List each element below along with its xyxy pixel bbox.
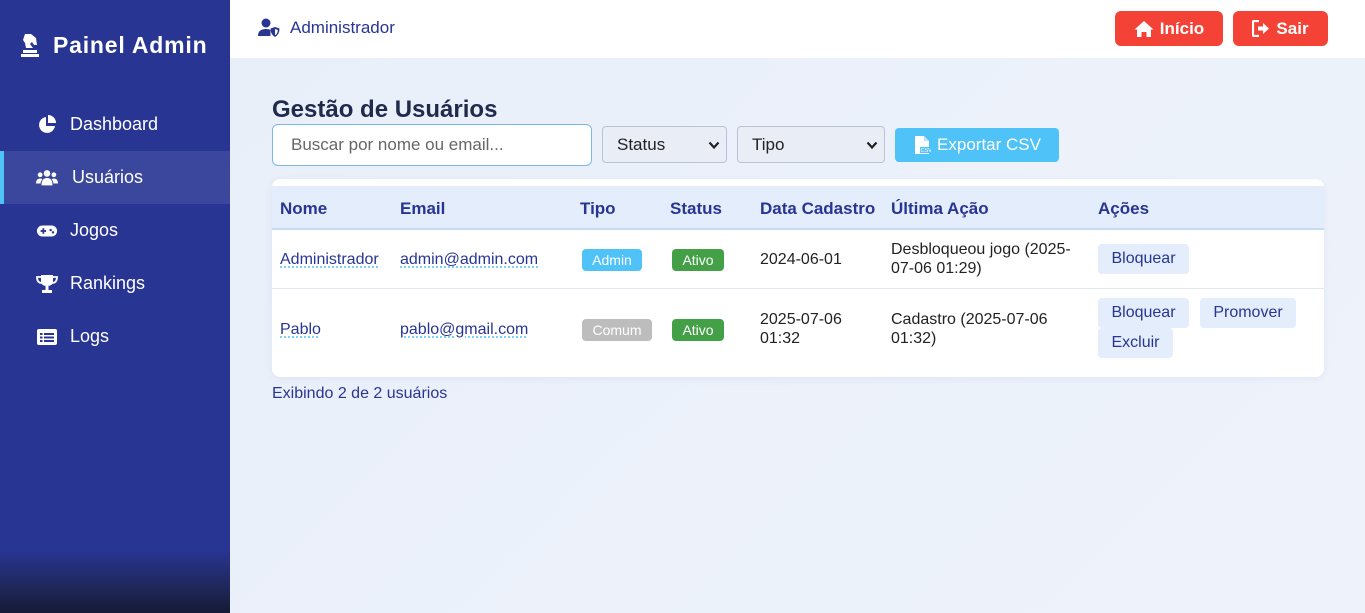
gamepad-icon xyxy=(36,221,58,241)
home-button-label: Início xyxy=(1159,18,1205,38)
sidebar-item-dashboard[interactable]: Dashboard xyxy=(0,98,230,151)
table-row: Administrador admin@admin.com Admin Ativ… xyxy=(272,230,1324,289)
user-email-link[interactable]: admin@admin.com xyxy=(400,250,538,269)
user-info: Administrador xyxy=(258,18,395,38)
last-action-line1: Cadastro (2025-07-06 xyxy=(891,311,1048,328)
table-row: Pablo pablo@gmail.com Comum Ativo 2025-0… xyxy=(272,289,1324,370)
sidebar-item-jogos[interactable]: Jogos xyxy=(0,204,230,257)
export-csv-button[interactable]: CSV Exportar CSV xyxy=(895,128,1059,162)
type-badge: Comum xyxy=(582,319,652,341)
sidebar-item-label: Rankings xyxy=(70,273,146,293)
date-cell: 2024-06-01 xyxy=(760,251,842,268)
column-header-acoes: Ações xyxy=(1098,199,1150,218)
block-button[interactable]: Bloquear xyxy=(1098,244,1189,274)
main-content: Gestão de Usuários Status Tipo CSV Expor… xyxy=(230,58,1365,613)
sidebar-item-rankings[interactable]: Rankings xyxy=(0,257,230,310)
sidebar-item-logs[interactable]: Logs xyxy=(0,310,230,363)
user-name-link[interactable]: Pablo xyxy=(280,320,321,339)
promote-button[interactable]: Promover xyxy=(1200,298,1296,328)
user-shield-icon xyxy=(258,18,280,37)
sidebar-item-label: Usuários xyxy=(72,167,144,187)
column-header-nome[interactable]: Nome xyxy=(280,199,327,219)
sidebar-item-label: Logs xyxy=(70,326,110,346)
svg-text:CSV: CSV xyxy=(921,148,932,154)
sidebar-item-usuarios[interactable]: Usuários xyxy=(0,151,230,204)
date-line1: 2025-07-06 xyxy=(760,311,842,328)
logout-button-label: Sair xyxy=(1276,18,1309,38)
type-select-value: Tipo xyxy=(752,134,785,154)
home-button[interactable]: Início xyxy=(1115,11,1223,46)
user-name-link[interactable]: Administrador xyxy=(280,250,379,269)
block-button[interactable]: Bloquear xyxy=(1098,298,1189,328)
user-name: Administrador xyxy=(290,18,395,37)
column-header-ultima-acao[interactable]: Última Ação xyxy=(891,199,989,219)
chevron-down-icon xyxy=(866,141,878,150)
export-csv-label: Exportar CSV xyxy=(937,135,1041,154)
sidebar: Painel Admin Dashboard Usuários Jogos Ra… xyxy=(0,0,230,613)
sidebar-nav: Dashboard Usuários Jogos Rankings Logs xyxy=(0,98,230,363)
logout-icon xyxy=(1252,20,1270,37)
last-action-line2: 07-06 01:29) xyxy=(891,260,982,277)
type-select[interactable]: Tipo xyxy=(737,126,885,163)
delete-button[interactable]: Excluir xyxy=(1098,328,1173,358)
home-icon xyxy=(1134,20,1154,37)
brand-title: Painel Admin xyxy=(53,31,208,58)
table-header: Nome Email Tipo Status Data Cadastro Últ… xyxy=(272,186,1324,230)
trophy-icon xyxy=(36,274,58,294)
chess-knight-icon xyxy=(21,34,39,57)
brand: Painel Admin xyxy=(18,30,207,60)
pie-chart-icon xyxy=(36,114,58,135)
result-count: Exibindo 2 de 2 usuários xyxy=(272,385,448,402)
last-action-line2: 01:32) xyxy=(891,330,937,347)
last-action-line1: Desbloqueou jogo (2025- xyxy=(891,241,1071,258)
users-table: Nome Email Tipo Status Data Cadastro Últ… xyxy=(272,179,1324,377)
status-select-value: Status xyxy=(617,134,666,154)
search-input[interactable] xyxy=(272,124,592,166)
column-header-tipo[interactable]: Tipo xyxy=(580,199,616,219)
status-badge: Ativo xyxy=(672,249,724,271)
type-badge: Admin xyxy=(582,249,642,271)
sidebar-item-label: Dashboard xyxy=(70,114,159,134)
column-header-data-cadastro[interactable]: Data Cadastro xyxy=(760,199,875,219)
csv-file-icon: CSV xyxy=(915,136,932,154)
list-icon xyxy=(36,327,58,347)
chevron-down-icon xyxy=(708,141,720,150)
status-select[interactable]: Status xyxy=(602,126,727,163)
user-email-link[interactable]: pablo@gmail.com xyxy=(400,320,528,339)
column-header-status[interactable]: Status xyxy=(670,199,722,219)
date-line2: 01:32 xyxy=(760,330,801,347)
topbar: Administrador Início Sair xyxy=(230,0,1365,58)
status-badge: Ativo xyxy=(672,319,724,341)
logout-button[interactable]: Sair xyxy=(1233,11,1328,46)
sidebar-item-label: Jogos xyxy=(70,220,119,240)
column-header-email[interactable]: Email xyxy=(400,199,445,219)
users-icon xyxy=(36,168,58,188)
page-title: Gestão de Usuários xyxy=(272,96,498,123)
